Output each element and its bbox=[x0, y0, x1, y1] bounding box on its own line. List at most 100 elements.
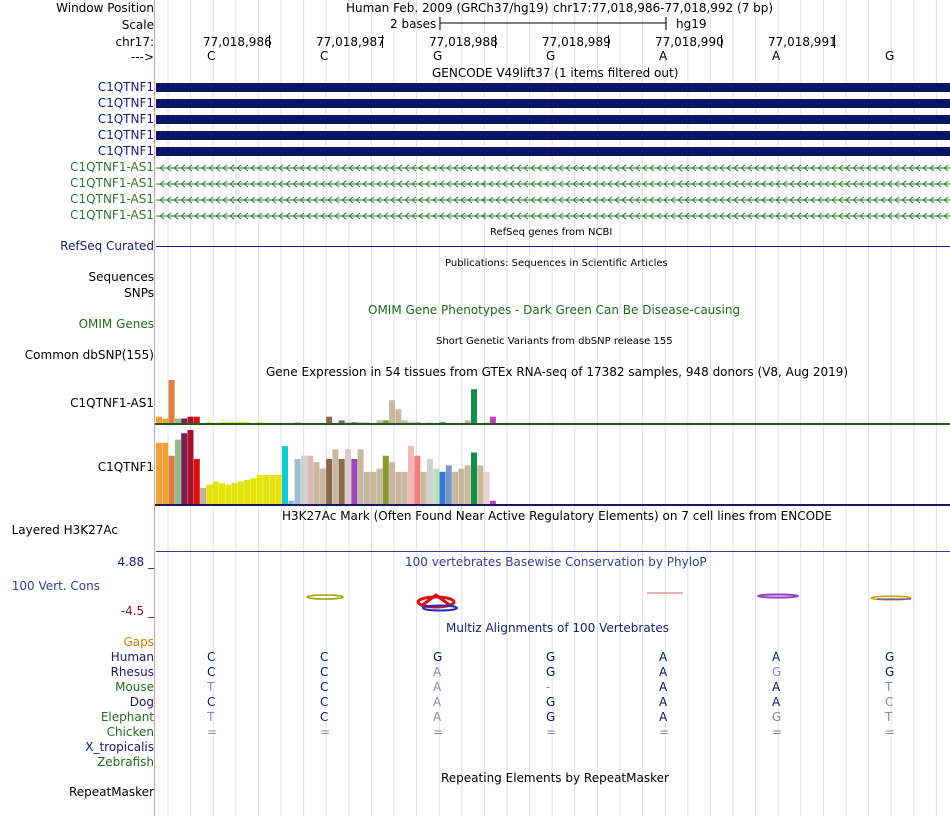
gencode-gene-label[interactable]: C1QTNF1 bbox=[98, 112, 154, 127]
gtex-gene-bar[interactable] bbox=[338, 458, 345, 504]
gtex-gene-bar[interactable] bbox=[174, 439, 181, 504]
gtex-gene-bar[interactable] bbox=[269, 475, 276, 504]
gencode-antisense-label[interactable]: C1QTNF1-AS1 bbox=[70, 192, 154, 207]
gtex-gene-bar[interactable] bbox=[187, 430, 194, 504]
gtex-gene-bar[interactable] bbox=[376, 468, 383, 504]
gencode-gene-label[interactable]: C1QTNF1 bbox=[98, 144, 154, 159]
gtex-as1-bar[interactable] bbox=[389, 400, 396, 424]
gtex-gene-bar[interactable] bbox=[250, 478, 257, 504]
gtex-gene-bar[interactable] bbox=[231, 483, 238, 504]
gtex-as1-bar[interactable] bbox=[193, 416, 200, 424]
gtex-gene-bar[interactable] bbox=[439, 471, 446, 504]
gtex-gene-label[interactable]: C1QTNF1 bbox=[98, 460, 154, 475]
gtex-gene-bar[interactable] bbox=[433, 468, 440, 504]
gtex-gene-bar[interactable] bbox=[307, 455, 314, 504]
multiz-species-label[interactable]: X_tropicalis bbox=[85, 740, 154, 755]
gtex-gene-bar[interactable] bbox=[420, 471, 427, 504]
multiz-species-label[interactable]: Mouse bbox=[115, 680, 154, 695]
gtex-gene-bar[interactable] bbox=[263, 475, 270, 504]
gtex-gene-bar[interactable] bbox=[452, 471, 459, 504]
gtex-gene-bar[interactable] bbox=[477, 465, 484, 504]
refseq-label[interactable]: RefSeq Curated bbox=[60, 239, 154, 254]
antisense-intron-line[interactable] bbox=[156, 163, 950, 173]
sequences-label[interactable]: Sequences bbox=[89, 270, 154, 285]
gencode-antisense-label[interactable]: C1QTNF1-AS1 bbox=[70, 208, 154, 223]
gtex-as1-bar[interactable] bbox=[156, 416, 162, 424]
gtex-gene-bar[interactable] bbox=[288, 500, 295, 504]
gtex-as1-bar[interactable] bbox=[471, 389, 477, 424]
phylop-label[interactable]: 100 Vert. Cons bbox=[12, 579, 100, 594]
refseq-gene-line[interactable] bbox=[156, 246, 950, 247]
gtex-gene-bar[interactable] bbox=[458, 468, 465, 504]
gtex-gene-bar[interactable] bbox=[162, 442, 169, 504]
gtex-gene-bar[interactable] bbox=[206, 484, 213, 504]
gtex-expression-chart[interactable] bbox=[155, 378, 950, 506]
gtex-gene-bar[interactable] bbox=[313, 462, 320, 504]
gencode-transcript-bar[interactable] bbox=[156, 83, 950, 92]
gtex-gene-bar[interactable] bbox=[489, 500, 496, 504]
phylop-logo-marks[interactable] bbox=[155, 588, 950, 614]
gtex-gene-bar[interactable] bbox=[300, 455, 307, 504]
antisense-intron-line[interactable] bbox=[156, 179, 950, 189]
gtex-gene-bar[interactable] bbox=[156, 442, 162, 504]
gencode-transcript-bar[interactable] bbox=[156, 147, 950, 156]
gtex-gene-bar[interactable] bbox=[244, 479, 251, 504]
gencode-gene-label[interactable]: C1QTNF1 bbox=[98, 96, 154, 111]
gtex-gene-bar[interactable] bbox=[382, 455, 389, 504]
gtex-gene-bar[interactable] bbox=[282, 446, 288, 504]
gtex-as1-bar[interactable] bbox=[395, 409, 402, 424]
multiz-species-label[interactable]: Human bbox=[111, 650, 154, 665]
gtex-gene-bar[interactable] bbox=[332, 449, 339, 504]
gtex-gene-bar[interactable] bbox=[395, 471, 402, 504]
multiz-species-label[interactable]: Elephant bbox=[101, 710, 154, 725]
gtex-gene-bar[interactable] bbox=[389, 462, 396, 504]
gtex-as1-bar[interactable] bbox=[489, 416, 496, 424]
gtex-gene-bar[interactable] bbox=[275, 475, 282, 504]
h3k27-label[interactable]: Layered H3K27Ac bbox=[12, 523, 118, 538]
gtex-gene-bar[interactable] bbox=[408, 446, 414, 504]
gtex-gene-bar[interactable] bbox=[351, 458, 358, 504]
gtex-as1-bar[interactable] bbox=[168, 380, 175, 424]
repeatmasker-label[interactable]: RepeatMasker bbox=[69, 785, 154, 800]
gencode-transcript-bar[interactable] bbox=[156, 115, 950, 124]
antisense-intron-line[interactable] bbox=[156, 195, 950, 205]
gtex-gene-bar[interactable] bbox=[357, 449, 364, 504]
gtex-as1-bar[interactable] bbox=[326, 416, 333, 424]
gencode-antisense-label[interactable]: C1QTNF1-AS1 bbox=[70, 176, 154, 191]
gtex-as1-bar[interactable] bbox=[187, 416, 194, 424]
gtex-gene-bar[interactable] bbox=[256, 475, 263, 504]
multiz-species-label[interactable]: Zebrafish bbox=[97, 755, 154, 770]
gtex-gene-bar[interactable] bbox=[363, 471, 370, 504]
omim-label[interactable]: OMIM Genes bbox=[79, 317, 154, 332]
gencode-antisense-label[interactable]: C1QTNF1-AS1 bbox=[70, 160, 154, 175]
gtex-gene-as1-label[interactable]: C1QTNF1-AS1 bbox=[70, 396, 154, 411]
gtex-gene-bar[interactable] bbox=[225, 484, 232, 504]
gtex-gene-bar[interactable] bbox=[326, 458, 333, 504]
gtex-gene-bar[interactable] bbox=[426, 458, 433, 504]
gtex-gene-bar[interactable] bbox=[237, 481, 244, 504]
gtex-gene-bar[interactable] bbox=[370, 471, 377, 504]
gtex-gene-bar[interactable] bbox=[445, 465, 452, 504]
gtex-gene-bar[interactable] bbox=[464, 465, 471, 504]
gtex-gene-bar[interactable] bbox=[483, 471, 490, 504]
gtex-gene-bar[interactable] bbox=[401, 471, 408, 504]
gtex-gene-bar[interactable] bbox=[294, 458, 301, 504]
gtex-gene-bar[interactable] bbox=[212, 481, 219, 504]
gtex-gene-bar[interactable] bbox=[193, 458, 200, 504]
snps-label[interactable]: SNPs bbox=[124, 286, 154, 301]
multiz-species-label[interactable]: Rhesus bbox=[111, 665, 154, 680]
gtex-gene-bar[interactable] bbox=[319, 468, 326, 504]
gtex-gene-bar[interactable] bbox=[168, 455, 175, 504]
gtex-gene-bar[interactable] bbox=[345, 449, 351, 504]
dbsnp-label[interactable]: Common dbSNP(155) bbox=[25, 348, 154, 363]
gtex-gene-bar[interactable] bbox=[219, 483, 225, 504]
gtex-gene-bar[interactable] bbox=[200, 487, 207, 504]
gencode-gene-label[interactable]: C1QTNF1 bbox=[98, 80, 154, 95]
gencode-gene-label[interactable]: C1QTNF1 bbox=[98, 128, 154, 143]
multiz-species-label[interactable]: Chicken bbox=[107, 725, 154, 740]
multiz-species-label[interactable]: Dog bbox=[130, 695, 154, 710]
gaps-label[interactable]: Gaps bbox=[123, 635, 154, 650]
gtex-gene-bar[interactable] bbox=[414, 455, 421, 504]
gtex-gene-bar[interactable] bbox=[471, 452, 477, 504]
antisense-intron-line[interactable] bbox=[156, 211, 950, 221]
